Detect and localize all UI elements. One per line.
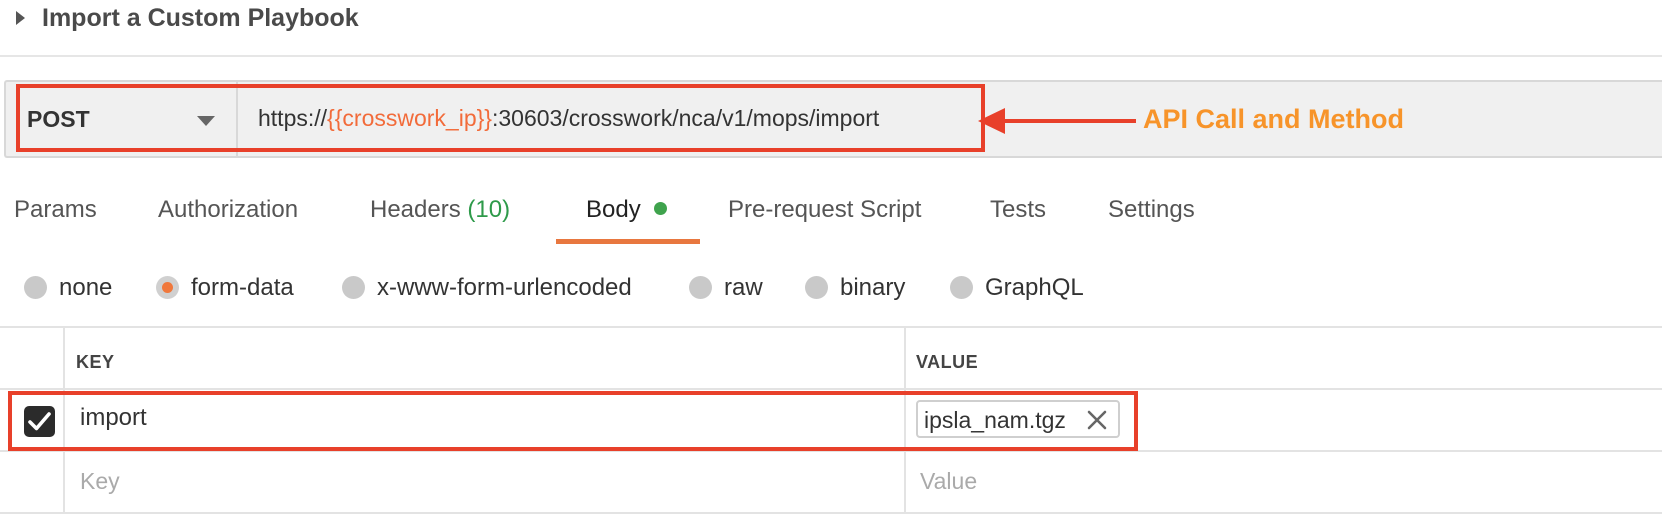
key-placeholder[interactable]: Key	[80, 468, 120, 495]
tab-body[interactable]: Body	[586, 196, 667, 224]
radio-circle[interactable]	[342, 276, 365, 299]
column-divider	[904, 328, 906, 514]
tab-authorization[interactable]: Authorization	[158, 196, 298, 224]
tab-label: Pre-request Script	[728, 196, 922, 223]
row-divider	[0, 388, 1662, 390]
tab-settings[interactable]: Settings	[1108, 196, 1195, 224]
row-divider	[0, 450, 1662, 452]
tab-tests[interactable]: Tests	[990, 196, 1046, 224]
radio-label: form-data	[191, 274, 294, 301]
radio-circle[interactable]	[689, 276, 712, 299]
request-bar: POST https://{{crosswork_ip}}:30603/cros…	[4, 80, 1662, 158]
form-data-table: KEY VALUE import ipsla_nam.tgz Key Value	[0, 326, 1662, 514]
arrow-left-icon	[978, 108, 1005, 134]
caret-right-icon[interactable]	[16, 11, 25, 25]
column-header-value: VALUE	[916, 352, 979, 372]
radio-label: x-www-form-urlencoded	[377, 274, 632, 301]
radio-circle[interactable]	[950, 276, 973, 299]
method-label: POST	[27, 106, 90, 132]
annotation-label: API Call and Method	[1143, 104, 1405, 134]
radio-circle-selected[interactable]	[156, 276, 179, 299]
close-icon[interactable]	[1086, 409, 1108, 431]
tab-pre-request-script[interactable]: Pre-request Script	[728, 196, 921, 224]
column-divider	[63, 328, 65, 514]
headers-count: (10)	[467, 196, 511, 223]
chevron-down-icon[interactable]	[197, 116, 215, 126]
row-divider	[0, 512, 1662, 514]
tab-label: Settings	[1108, 196, 1195, 223]
tab-label: Tests	[990, 196, 1047, 223]
radio-label: none	[59, 274, 113, 301]
tab-params[interactable]: Params	[14, 196, 97, 224]
tab-label: Body	[586, 196, 641, 223]
active-tab-indicator	[556, 239, 700, 244]
tab-label: Authorization	[158, 196, 299, 223]
tab-label: Params	[14, 196, 97, 223]
section-title: Import a Custom Playbook	[42, 4, 359, 32]
value-placeholder[interactable]: Value	[920, 468, 977, 495]
tab-label: Headers	[370, 196, 461, 223]
url-prefix: https://	[258, 105, 328, 131]
key-input[interactable]: import	[80, 404, 147, 432]
url-variable: {{crosswork_ip}}	[327, 105, 492, 131]
radio-label: raw	[724, 274, 763, 301]
annotation-arrow	[1004, 119, 1136, 123]
radio-circle[interactable]	[24, 276, 47, 299]
tab-headers[interactable]: Headers (10)	[370, 196, 510, 224]
radio-circle[interactable]	[805, 276, 828, 299]
row-checkbox[interactable]	[24, 406, 55, 437]
section-header[interactable]: Import a Custom Playbook	[0, 0, 1662, 57]
check-icon	[28, 412, 51, 431]
column-header-key: KEY	[76, 352, 115, 372]
file-chip[interactable]: ipsla_nam.tgz	[916, 400, 1120, 438]
url-input[interactable]: https://{{crosswork_ip}}:30603/crosswork…	[258, 105, 879, 132]
radio-label: binary	[840, 274, 906, 301]
url-suffix: :30603/crosswork/nca/v1/mops/import	[491, 105, 880, 131]
status-dot-icon	[653, 202, 667, 215]
file-name: ipsla_nam.tgz	[924, 407, 1066, 433]
radio-label: GraphQL	[985, 274, 1084, 301]
method-select[interactable]: POST	[6, 82, 238, 156]
